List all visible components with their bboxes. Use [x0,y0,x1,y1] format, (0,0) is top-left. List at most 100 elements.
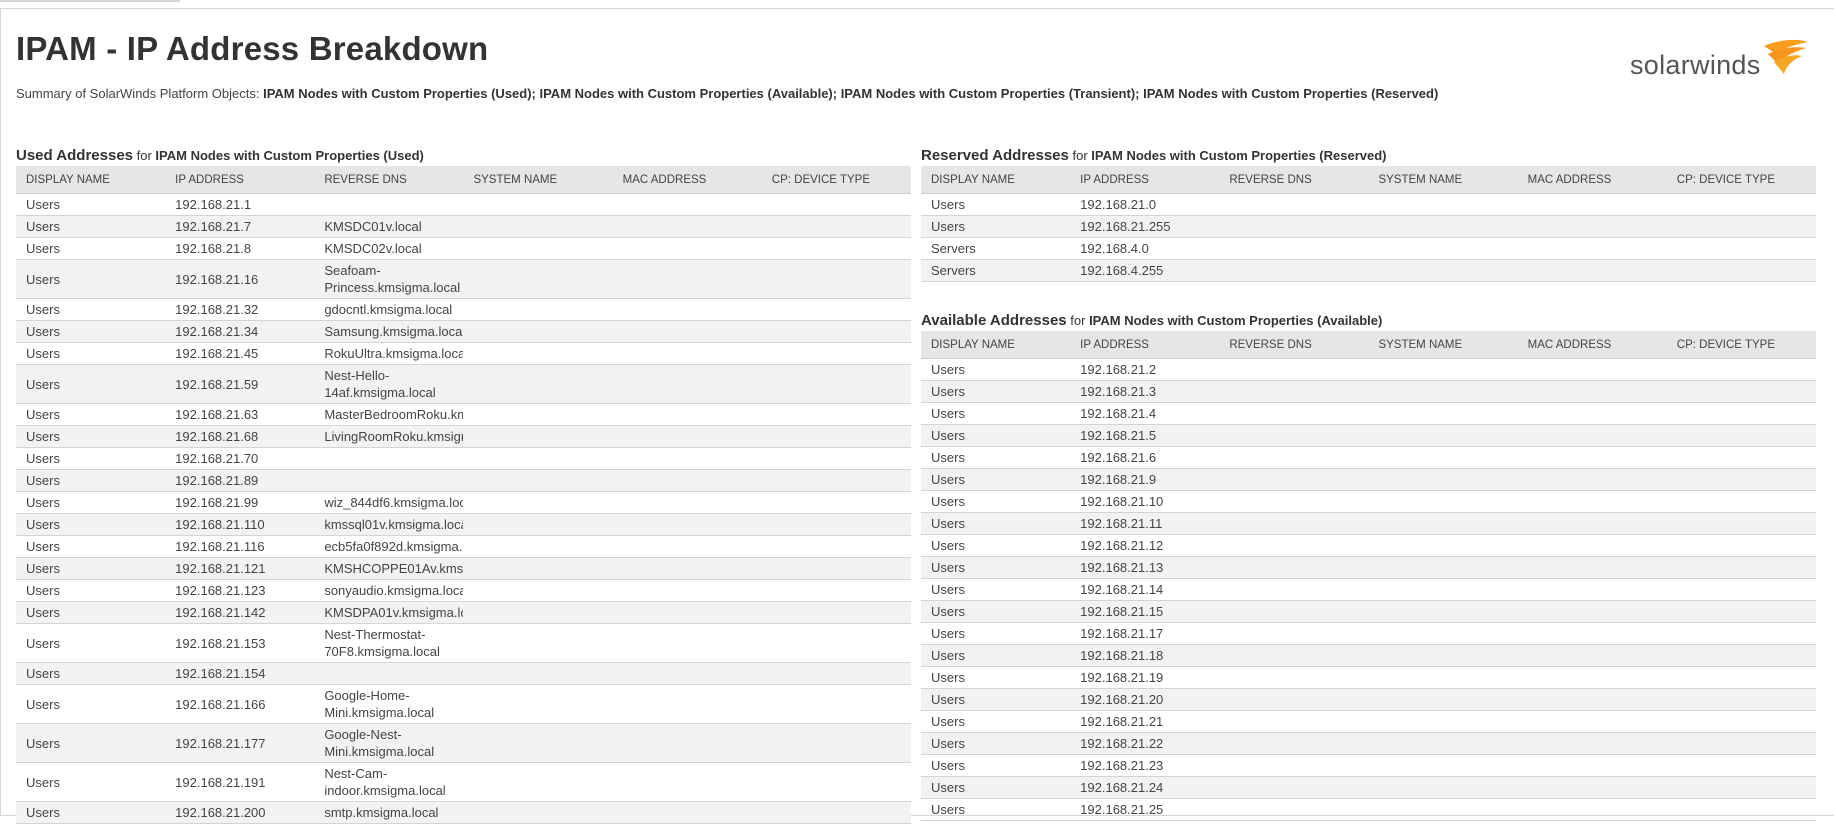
cell-ip-address: 192.168.21.34 [165,320,315,343]
cell-device-type [1666,600,1816,623]
cell-reverse-dns: KMSDPA01v.kmsigma.loc [314,601,464,624]
cell-display-name: Users [16,237,166,260]
table-row: Users 192.168.21.154 [16,662,911,685]
cell-display-name: Users [16,684,166,724]
cell-display-name: Users [921,622,1071,645]
table-header-row: DISPLAY NAME IP ADDRESS REVERSE DNS SYSTEM … [16,166,911,194]
cell-system-name [463,491,613,514]
cell-system-name [463,215,613,238]
cell-mac-address [1517,380,1667,403]
table-row: Users 192.168.21.255 [921,215,1816,238]
cell-reverse-dns: LivingRoomRoku.kmsigm [314,425,464,448]
cell-system-name [1368,193,1518,216]
cell-device-type [761,684,911,724]
table-row: Users 192.168.21.2 [921,358,1816,381]
cell-mac-address [1517,402,1667,425]
cell-ip-address: 192.168.21.20 [1070,688,1220,711]
cell-mac-address [612,342,762,365]
cell-display-name: Users [16,601,166,624]
cell-reverse-dns: RokuUltra.kmsigma.local [314,342,464,365]
cell-display-name: Users [921,776,1071,799]
cell-system-name [1368,754,1518,777]
cell-reverse-dns [1219,644,1369,667]
cell-ip-address: 192.168.21.68 [165,425,315,448]
column-header-ip-address: IP ADDRESS [1070,331,1220,359]
cell-mac-address [612,513,762,536]
table-row: Users 192.168.21.99 wiz_844df6.kmsigma.loc… [16,491,911,514]
column-header-device-type: CP: DEVICE TYPE [1666,166,1816,194]
cell-system-name [1368,237,1518,260]
cell-system-name [1368,688,1518,711]
cell-reverse-dns [1219,578,1369,601]
cell-reverse-dns [1219,380,1369,403]
table-row: Users 192.168.21.14 [921,578,1816,601]
cell-ip-address: 192.168.21.8 [165,237,315,260]
cell-ip-address: 192.168.21.255 [1070,215,1220,238]
used-title: Used Addresses [16,147,133,164]
report-summary: Summary of SolarWinds Platform Objects: … [16,86,1438,101]
column-header-device-type: CP: DEVICE TYPE [1666,331,1816,359]
cell-device-type [1666,512,1816,535]
cell-ip-address: 192.168.21.191 [165,762,315,802]
table-row: Users 192.168.21.10 [921,490,1816,513]
available-for: for [1070,313,1086,328]
cell-display-name: Users [16,557,166,580]
cell-mac-address [1517,644,1667,667]
cell-mac-address [612,601,762,624]
column-header-ip-address: IP ADDRESS [1070,166,1220,194]
cell-system-name [1368,732,1518,755]
cell-system-name [463,513,613,536]
flame-icon [1764,39,1808,74]
cell-device-type [1666,666,1816,689]
cell-ip-address: 192.168.21.9 [1070,468,1220,491]
top-tab-edge [0,0,180,2]
table-row: Users 192.168.21.142 KMSDPA01v.kmsigma.loc [16,601,911,624]
cell-mac-address [612,535,762,558]
available-addresses-table: DISPLAY NAME IP ADDRESS REVERSE DNS SYSTEM … [921,331,1816,821]
cell-display-name: Users [921,732,1071,755]
cell-reverse-dns [1219,237,1369,260]
table-row: Users 192.168.21.123 sonyaudio.kmsigma.loc… [16,579,911,602]
cell-system-name [1368,556,1518,579]
cell-mac-address [1517,754,1667,777]
table-row: Users 192.168.21.34 Samsung.kmsigma.local [16,320,911,343]
cell-device-type [761,557,911,580]
cell-system-name [463,298,613,321]
column-header-reverse-dns: REVERSE DNS [1219,166,1369,194]
cell-mac-address [612,723,762,763]
cell-system-name [1368,710,1518,733]
cell-system-name [1368,380,1518,403]
cell-system-name [463,447,613,470]
cell-ip-address: 192.168.21.123 [165,579,315,602]
cell-system-name [463,259,613,299]
cell-ip-address: 192.168.21.63 [165,403,315,426]
cell-reverse-dns [1219,754,1369,777]
table-row: Users 192.168.21.19 [921,666,1816,689]
cell-mac-address [1517,600,1667,623]
cell-mac-address [612,557,762,580]
cell-reverse-dns [1219,556,1369,579]
cell-device-type [761,193,911,216]
table-row: Users 192.168.21.166 Google-Home- Mini.kmsi… [16,684,911,724]
cell-ip-address: 192.168.21.110 [165,513,315,536]
cell-ip-address: 192.168.21.1 [165,193,315,216]
cell-display-name: Users [16,403,166,426]
cell-system-name [463,193,613,216]
cell-ip-address: 192.168.21.45 [165,342,315,365]
cell-reverse-dns [314,447,464,470]
cell-device-type [761,579,911,602]
cell-display-name: Users [16,193,166,216]
cell-display-name: Users [921,754,1071,777]
cell-display-name: Users [921,666,1071,689]
cell-ip-address: 192.168.21.16 [165,259,315,299]
cell-display-name: Users [16,723,166,763]
cell-mac-address [612,193,762,216]
cell-device-type [761,723,911,763]
cell-display-name: Users [16,342,166,365]
cell-ip-address: 192.168.21.14 [1070,578,1220,601]
cell-device-type [761,447,911,470]
cell-system-name [1368,798,1518,821]
cell-device-type [1666,193,1816,216]
cell-ip-address: 192.168.21.23 [1070,754,1220,777]
table-row: Users 192.168.21.11 [921,512,1816,535]
